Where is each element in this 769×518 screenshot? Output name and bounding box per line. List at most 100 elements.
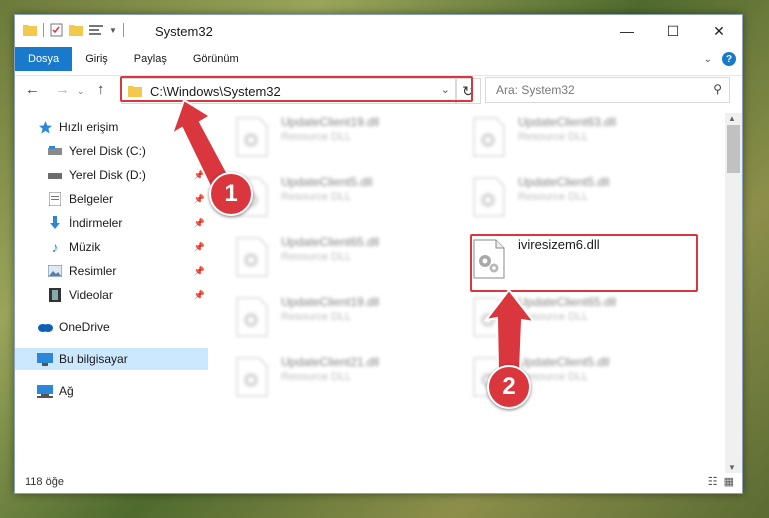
new-folder-icon[interactable]	[69, 24, 83, 36]
chevron-down-icon[interactable]: ▼	[109, 26, 117, 35]
search-box[interactable]: Ara: System32 ⚲	[485, 77, 730, 103]
tab-home[interactable]: Giriş	[72, 47, 121, 71]
file-list: UpdateClient19.dll Resource DLL UpdateCl…	[215, 113, 725, 473]
dll-file-icon	[473, 297, 505, 337]
cloud-icon	[37, 319, 53, 335]
sidebar-item-label: Hızlı erişim	[59, 120, 119, 134]
sidebar-item-label: Belgeler	[69, 192, 114, 206]
sidebar-item-onedrive[interactable]: OneDrive	[37, 316, 208, 338]
sidebar-item-label: Ağ	[59, 384, 74, 398]
sidebar-item-network[interactable]: Ağ	[37, 380, 208, 402]
minimize-button[interactable]: —	[604, 15, 650, 47]
vertical-scrollbar[interactable]: ▲ ▼	[725, 113, 742, 473]
expand-ribbon-icon[interactable]: ⌄	[704, 54, 712, 65]
forward-arrow-icon[interactable]: →	[55, 81, 70, 98]
file-name: UpdateClient63.dll	[518, 115, 617, 129]
sidebar-item-label: Müzik	[69, 240, 101, 254]
file-item[interactable]: UpdateClient5.dll Resource DLL	[452, 173, 672, 223]
tab-share[interactable]: Paylaş	[121, 47, 180, 71]
tab-file[interactable]: Dosya	[15, 47, 73, 71]
file-type: Resource DLL	[518, 191, 589, 203]
file-item[interactable]: UpdateClient65.dll Resource DLL	[452, 293, 672, 343]
file-name: UpdateClient5.dll	[518, 355, 610, 369]
minimize-icon: —	[620, 23, 634, 39]
explorer-window: ▼ System32 — ☐ ✕ Dosya Giriş Paylaş Görü…	[14, 14, 743, 494]
document-icon	[47, 191, 63, 207]
sidebar-item-label: Resimler	[69, 264, 117, 278]
navigation-pane: Hızlı erişim Yerel Disk (C:) 📌 Yerel Dis…	[15, 113, 208, 473]
search-icon[interactable]: ⚲	[713, 82, 722, 96]
network-icon	[37, 383, 53, 399]
file-name: UpdateClient19.dll	[281, 295, 380, 309]
file-name: UpdateClient21.dll	[281, 355, 380, 369]
sidebar-item-this-pc[interactable]: Bu bilgisayar	[15, 348, 208, 370]
file-type: Resource DLL	[281, 191, 352, 203]
sidebar-item-label: Yerel Disk (C:)	[69, 144, 146, 158]
file-item[interactable]: UpdateClient63.dll Resource DLL	[452, 113, 672, 163]
folder-icon[interactable]	[23, 24, 37, 36]
file-item[interactable]: UpdateClient19.dll Resource DLL	[215, 293, 435, 343]
sidebar-item-downloads[interactable]: İndirmeler 📌	[47, 212, 208, 234]
file-name: UpdateClient5.dll	[281, 175, 373, 189]
computer-icon	[37, 351, 53, 367]
customize-icon[interactable]	[89, 24, 103, 36]
scroll-up-icon[interactable]: ▲	[728, 114, 736, 123]
pin-icon[interactable]: 📌	[194, 146, 205, 157]
file-type: Resource DLL	[518, 131, 589, 143]
sidebar-item-disk-c[interactable]: Yerel Disk (C:) 📌	[47, 140, 208, 162]
file-name: UpdateClient65.dll	[518, 295, 617, 309]
file-item[interactable]: UpdateClient21.dll Resource DLL	[215, 353, 435, 403]
status-bar: 118 öğe ☷ ▦	[15, 471, 742, 493]
close-button[interactable]: ✕	[696, 15, 742, 47]
sidebar-item-quick-access[interactable]: Hızlı erişim	[37, 116, 208, 138]
step-badge-1: 1	[209, 172, 253, 216]
window-title: System32	[155, 24, 213, 39]
file-name: UpdateClient5.dll	[518, 175, 610, 189]
back-arrow-icon[interactable]: ←	[25, 81, 40, 98]
dll-file-icon	[473, 117, 505, 157]
properties-icon[interactable]	[50, 23, 63, 37]
dll-file-icon	[473, 177, 505, 217]
file-item[interactable]: UpdateClient5.dll Resource DLL	[452, 353, 672, 403]
title-bar: ▼ System32 — ☐ ✕	[15, 15, 742, 47]
pictures-icon	[47, 263, 63, 279]
highlight-file-box	[470, 234, 698, 292]
sidebar-item-pictures[interactable]: Resimler 📌	[47, 260, 208, 282]
highlight-address-box	[120, 76, 473, 102]
maximize-button[interactable]: ☐	[650, 15, 696, 47]
sidebar-item-documents[interactable]: Belgeler 📌	[47, 188, 208, 210]
file-item[interactable]: UpdateClient65.dll Resource DLL	[215, 233, 435, 283]
pin-icon[interactable]: 📌	[194, 194, 205, 205]
tab-view[interactable]: Görünüm	[180, 47, 252, 71]
dll-file-icon	[236, 117, 268, 157]
sidebar-item-disk-d[interactable]: Yerel Disk (D:) 📌	[47, 164, 208, 186]
pin-icon[interactable]: 📌	[194, 290, 205, 301]
maximize-icon: ☐	[666, 22, 680, 39]
sidebar-item-label: Videolar	[69, 288, 113, 302]
scrollbar-thumb[interactable]	[727, 125, 740, 173]
pin-icon[interactable]: 📌	[194, 242, 205, 253]
drive-icon	[47, 143, 63, 159]
sidebar-item-label: OneDrive	[59, 320, 110, 334]
up-arrow-icon[interactable]: ↑	[97, 81, 105, 98]
video-icon	[47, 287, 63, 303]
file-type: Resource DLL	[281, 371, 352, 383]
step-badge-2: 2	[487, 365, 531, 409]
star-icon	[37, 119, 53, 135]
dll-file-icon	[236, 297, 268, 337]
large-icons-view-icon[interactable]: ▦	[724, 475, 734, 488]
details-view-icon[interactable]: ☷	[708, 475, 718, 488]
pin-icon[interactable]: 📌	[194, 170, 205, 181]
recent-chevron-icon[interactable]: ⌄	[77, 86, 85, 97]
help-icon[interactable]: ?	[722, 52, 736, 66]
sidebar-item-label: Bu bilgisayar	[59, 352, 128, 366]
divider	[122, 23, 124, 37]
pin-icon[interactable]: 📌	[194, 266, 205, 277]
file-item[interactable]: UpdateClient19.dll Resource DLL	[215, 113, 435, 163]
sidebar-item-videos[interactable]: Videolar 📌	[47, 284, 208, 306]
pin-icon[interactable]: 📌	[194, 218, 205, 229]
sidebar-item-music[interactable]: ♪ Müzik 📌	[47, 236, 208, 258]
dll-file-icon	[236, 237, 268, 277]
quick-access-toolbar: ▼	[23, 23, 124, 37]
file-type: Resource DLL	[518, 311, 589, 323]
